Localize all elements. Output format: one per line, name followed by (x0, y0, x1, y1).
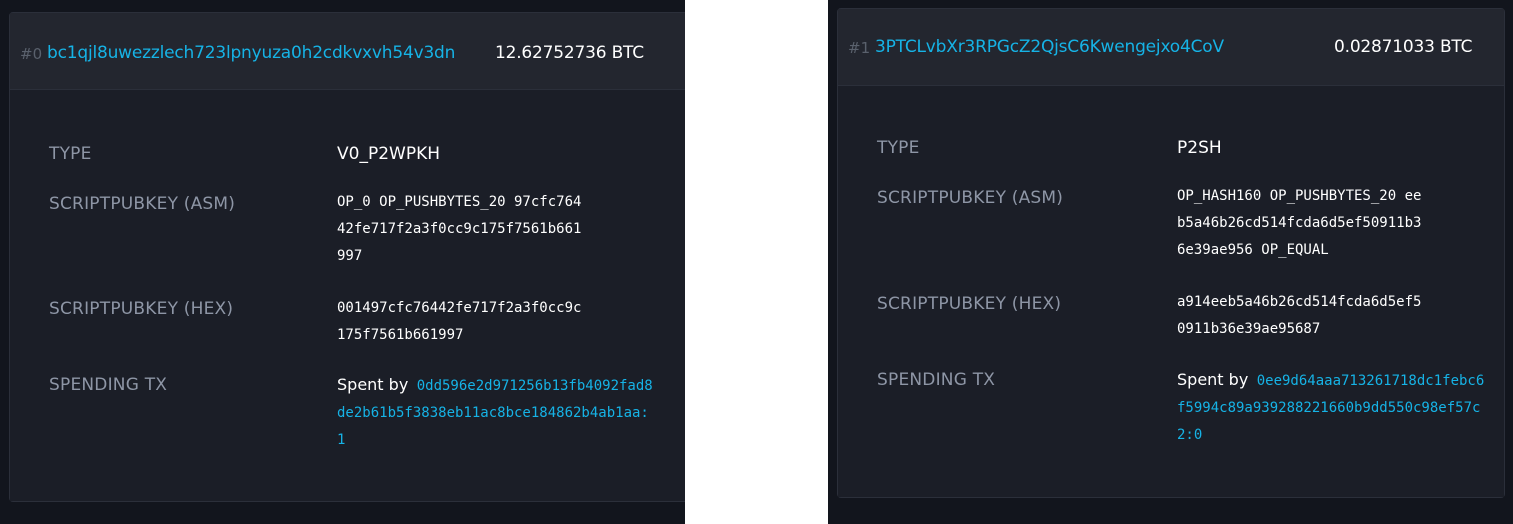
spent-by-text: Spent by (1177, 370, 1249, 389)
spending-tx-label: SPENDING TX (49, 375, 168, 395)
output-amount: 0.02871033 BTC (1334, 37, 1473, 57)
spending-tx-label: SPENDING TX (877, 370, 996, 390)
output-header: #1 3PTCLvbXr3RPGcZ2QjsC6Kwengejxo4CoV 0.… (838, 9, 1504, 86)
scriptpubkey-asm-label: SCRIPTPUBKEY (ASM) (49, 194, 236, 214)
output-card: #1 3PTCLvbXr3RPGcZ2QjsC6Kwengejxo4CoV 0.… (837, 8, 1505, 498)
spent-by-text: Spent by (337, 375, 409, 394)
output-panel-1: #1 3PTCLvbXr3RPGcZ2QjsC6Kwengejxo4CoV 0.… (828, 0, 1513, 524)
output-address-link[interactable]: bc1qjl8uwezzlech723lpnyuza0h2cdkvxvh54v3… (47, 43, 455, 63)
scriptpubkey-asm-value: OP_0 OP_PUSHBYTES_20 97cfc764 42fe717f2a… (337, 194, 582, 264)
scriptpubkey-asm-label: SCRIPTPUBKEY (ASM) (877, 188, 1064, 208)
type-label: TYPE (49, 144, 92, 164)
output-index: #1 (848, 39, 871, 57)
output-details: TYPE P2SH SCRIPTPUBKEY (ASM) OP_HASH160 … (838, 86, 1504, 497)
scriptpubkey-hex-label: SCRIPTPUBKEY (HEX) (49, 299, 234, 319)
type-value: P2SH (1177, 138, 1222, 158)
scriptpubkey-hex-value: 001497cfc76442fe717f2a3f0cc9c 175f7561b6… (337, 300, 582, 343)
output-header: #0 bc1qjl8uwezzlech723lpnyuza0h2cdkvxvh5… (10, 13, 685, 90)
output-card: #0 bc1qjl8uwezzlech723lpnyuza0h2cdkvxvh5… (9, 12, 685, 502)
output-panel-0: #0 bc1qjl8uwezzlech723lpnyuza0h2cdkvxvh5… (0, 0, 685, 524)
spending-tx-value: Spent by 0dd596e2d971256b13fb4092fad8de2… (337, 371, 657, 454)
output-amount: 12.62752736 BTC (495, 43, 644, 63)
type-value: V0_P2WPKH (337, 144, 441, 164)
output-details: TYPE V0_P2WPKH SCRIPTPUBKEY (ASM) OP_0 O… (10, 90, 685, 501)
output-index: #0 (20, 45, 43, 63)
output-address-link[interactable]: 3PTCLvbXr3RPGcZ2QjsC6Kwengejxo4CoV (875, 37, 1224, 57)
scriptpubkey-hex-value: a914eeb5a46b26cd514fcda6d5ef5 0911b36e39… (1177, 294, 1422, 337)
type-label: TYPE (877, 138, 920, 158)
scriptpubkey-asm-value: OP_HASH160 OP_PUSHBYTES_20 ee b5a46b26cd… (1177, 188, 1422, 258)
scriptpubkey-hex-label: SCRIPTPUBKEY (HEX) (877, 294, 1062, 314)
spending-tx-value: Spent by 0ee9d64aaa713261718dc1febc6f599… (1177, 366, 1487, 449)
